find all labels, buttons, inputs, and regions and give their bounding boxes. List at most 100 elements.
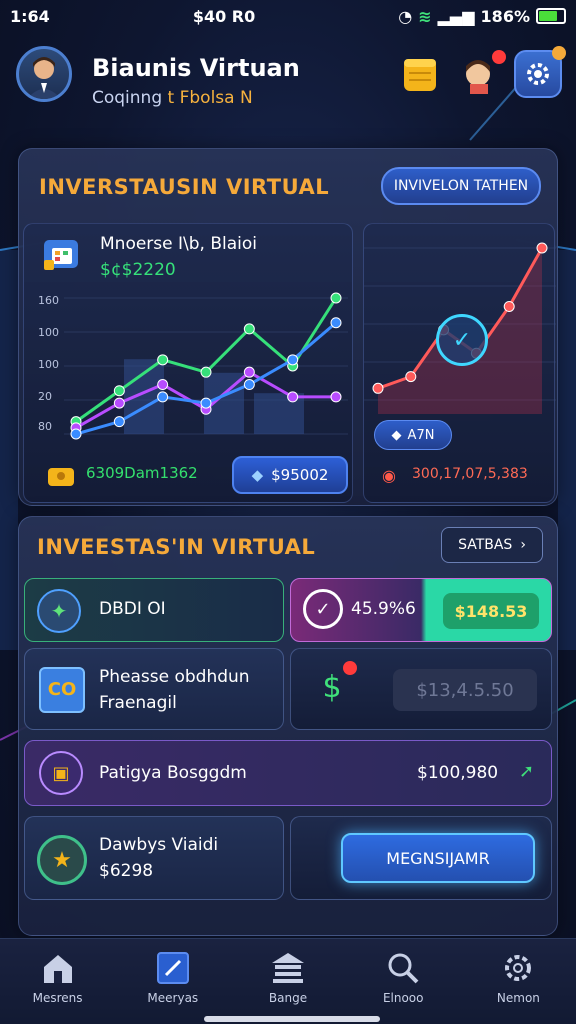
section-title: INVEESTAS'IN VIRTUAL [37, 535, 316, 559]
lock-coin-icon [48, 468, 74, 486]
row4-line1: Dawbys Viaidi [99, 835, 219, 855]
check-shield-icon: ✓ [436, 314, 488, 366]
nav-item-bank[interactable]: Bange [230, 939, 345, 1024]
data-point [70, 428, 82, 440]
data-point [157, 379, 169, 391]
notification-dot [492, 50, 506, 64]
nav-label: Bange [268, 991, 308, 1005]
wallet-icon [44, 240, 78, 270]
nav-label: Meeryas [147, 991, 199, 1005]
data-point [405, 371, 417, 383]
section-title: INVERSTAUSIN VIRTUAL [39, 175, 330, 199]
left-chart-title: Mnoerse I\b, Blaioi [100, 234, 258, 254]
bag-icon: ▣ [39, 751, 83, 795]
camera-icon: ◉ [382, 466, 396, 485]
investment-row-wide[interactable]: ▣ Patigya Bosggdm $100,980 ➚ [24, 740, 552, 806]
right-badge-button[interactable]: ◆ A7N [374, 420, 452, 450]
y-axis-label: 100 [38, 358, 59, 371]
investment-row-right[interactable]: ✓ 45.9%6 $148.53 [290, 578, 552, 642]
trend-up-icon: ➚ [519, 761, 535, 782]
primary-action-button[interactable]: MEGNSIJAMR [341, 833, 535, 883]
row3-value: $100,980 [417, 763, 499, 783]
alert-dot [343, 661, 357, 675]
right-chart-panel: ✓ ◆ A7N ◉ 300,17,07,5,383 [363, 223, 556, 503]
receipt-icon: CO [39, 667, 85, 713]
nav-label: Elnooo [382, 991, 424, 1005]
row2-line2: Fraenagil [99, 693, 177, 713]
filter-button[interactable]: SATBAS › [441, 527, 543, 563]
nav-label: Mesrens [32, 991, 83, 1005]
profile-button[interactable] [456, 50, 506, 98]
status-time: 1:64 [10, 6, 50, 26]
nav-item-home[interactable]: Mesrens [0, 939, 115, 1024]
data-point [200, 397, 212, 409]
app-subtitle: Coqinng t Fbolsa N [92, 88, 253, 108]
nav-item-settings[interactable]: Nemon [461, 939, 576, 1024]
home-indicator [204, 1016, 380, 1022]
row1-label: DBDI OI [99, 599, 166, 619]
right-footer: 300,17,07,5,383 [412, 466, 528, 482]
investment-row-left[interactable]: ★ Dawbys Viaidi $6298 [24, 816, 284, 900]
investment-row-left[interactable]: CO Pheasse obdhdun Fraenagil [24, 648, 284, 730]
row1-value-badge: $148.53 [443, 593, 539, 629]
data-point [503, 300, 515, 312]
status-icons: ◔ ≋ ▂▄▆ 186% [398, 7, 566, 26]
left-footer-value-button[interactable]: ◆ $95002 [232, 456, 348, 494]
filter-label: SATBAS [458, 537, 513, 553]
left-line-chart [64, 292, 348, 440]
subtitle-prefix: Coqinng [92, 88, 163, 108]
bottom-nav: Mesrens Meeryas Bange Elnooo Nemon [0, 938, 576, 1024]
left-footer-label: 6309Dam1362 [86, 464, 198, 482]
invest-action-button[interactable]: INVIVELON TATHEN [381, 167, 541, 205]
app-title: Biaunis Virtuan [92, 54, 300, 82]
left-chart-panel: Mnoerse I\b, Blaioi $¢$2220 160 100 100 … [23, 223, 353, 503]
status-bar: 1:64 $40 R0 ◔ ≋ ▂▄▆ 186% [0, 0, 576, 32]
data-point [157, 391, 169, 403]
battery-percent: 186% [480, 6, 530, 26]
row2-value: $13,4.5.50 [416, 679, 514, 701]
chevron-right-icon: › [520, 537, 526, 553]
coins-button[interactable] [396, 50, 444, 98]
diamond-icon: ◆ [251, 466, 264, 484]
check-circle-icon: ✓ [303, 589, 343, 629]
data-point [113, 397, 125, 409]
nav-item-chart[interactable]: Meeryas [115, 939, 230, 1024]
left-footer-value: $95002 [271, 466, 329, 484]
investment-row-right[interactable]: $ $13,4.5.50 [290, 648, 552, 730]
nav-label: Nemon [496, 991, 540, 1005]
settings-button[interactable] [514, 46, 566, 98]
data-point [243, 323, 255, 335]
y-axis-label: 80 [38, 420, 52, 433]
data-point [113, 416, 125, 428]
gear-icon [527, 63, 549, 85]
data-point [157, 354, 169, 366]
home-icon [43, 955, 72, 983]
avatar[interactable] [16, 46, 72, 102]
star-badge-icon: ★ [37, 835, 87, 885]
left-chart-value: $¢$2220 [100, 260, 176, 280]
nav-item-search[interactable]: Elnooo [346, 939, 461, 1024]
coin-stack-icon [404, 59, 436, 91]
data-point [287, 354, 299, 366]
data-point [200, 366, 212, 378]
primary-action-label: MEGNSIJAMR [386, 848, 490, 868]
app-header: Biaunis Virtuan Coqinng t Fbolsa N [14, 44, 566, 108]
data-point [113, 385, 125, 397]
data-point [287, 391, 299, 403]
row1-percent: 45.9%6 [351, 599, 416, 619]
investment-row-left[interactable]: ✦ DBDI OI [24, 578, 284, 642]
row2-line1: Pheasse obdhdun [99, 667, 250, 687]
leaf-icon: ✦ [37, 589, 81, 633]
data-point [243, 366, 255, 378]
status-center: $40 R0 [192, 6, 256, 26]
data-point [372, 382, 384, 394]
battery-icon [535, 8, 566, 24]
data-point [330, 292, 342, 304]
settings-badge [552, 46, 566, 60]
investment-row-right: MEGNSIJAMR [290, 816, 552, 900]
data-point [330, 391, 342, 403]
data-point [330, 317, 342, 329]
wifi-icon: ≋ [418, 6, 432, 26]
invest-action-label: INVIVELON TATHEN [393, 178, 529, 194]
right-badge-label: A7N [407, 427, 435, 443]
